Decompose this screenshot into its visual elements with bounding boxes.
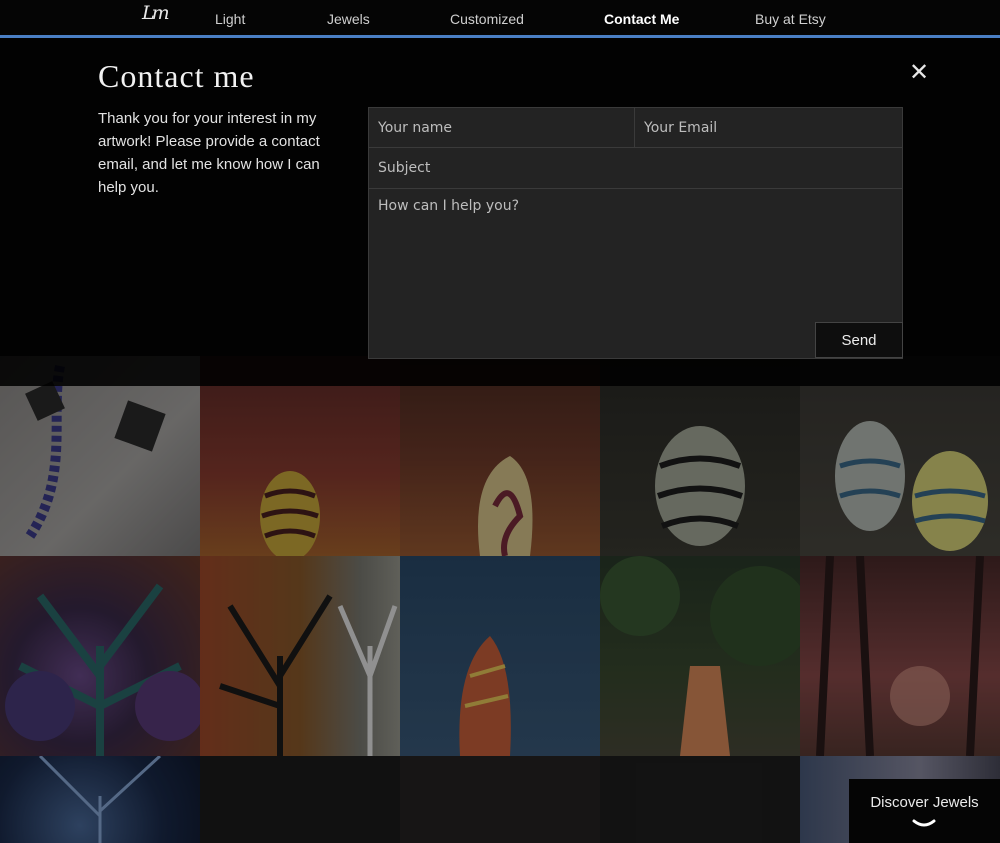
gallery-tile[interactable] (800, 556, 1000, 756)
close-icon[interactable]: ✕ (906, 60, 932, 86)
nav-item-customized[interactable]: Customized (450, 11, 524, 27)
contact-form: Send (368, 107, 903, 359)
gallery-tile[interactable] (400, 356, 600, 556)
top-navigation: Lm Light Jewels Customized Contact Me Bu… (0, 0, 1000, 38)
gallery-tile[interactable] (0, 356, 200, 556)
chevron-down-icon (912, 819, 936, 827)
nav-item-jewels[interactable]: Jewels (327, 11, 370, 27)
gallery-tile[interactable] (800, 356, 1000, 556)
nav-item-buy-at-etsy[interactable]: Buy at Etsy (755, 11, 826, 27)
contact-intro-text: Thank you for your interest in my artwor… (98, 110, 320, 196)
gallery-tile[interactable] (600, 756, 800, 843)
nav-item-light[interactable]: Light (215, 11, 245, 27)
send-button[interactable]: Send (815, 322, 903, 358)
site-logo[interactable]: Lm (142, 2, 170, 32)
gallery-tile[interactable] (0, 756, 200, 843)
email-input[interactable] (635, 108, 902, 148)
contact-title: Contact me (98, 58, 255, 94)
gallery-tile[interactable] (0, 556, 200, 756)
gallery-tile[interactable] (600, 556, 800, 756)
discover-jewels-tab[interactable]: Discover Jewels (849, 779, 1000, 843)
gallery-tile[interactable] (400, 556, 600, 756)
name-input[interactable] (369, 108, 635, 148)
subject-input[interactable] (369, 148, 902, 189)
gallery-tile[interactable] (400, 756, 600, 843)
contact-panel: Contact me ✕ Thank you for your interest… (0, 38, 1000, 386)
nav-item-contact-me[interactable]: Contact Me (604, 11, 679, 27)
gallery-tile[interactable] (600, 356, 800, 556)
gallery-tile[interactable] (200, 556, 400, 756)
gallery-tile[interactable] (200, 756, 400, 843)
discover-label: Discover Jewels (870, 794, 979, 811)
gallery-tile[interactable] (200, 356, 400, 556)
